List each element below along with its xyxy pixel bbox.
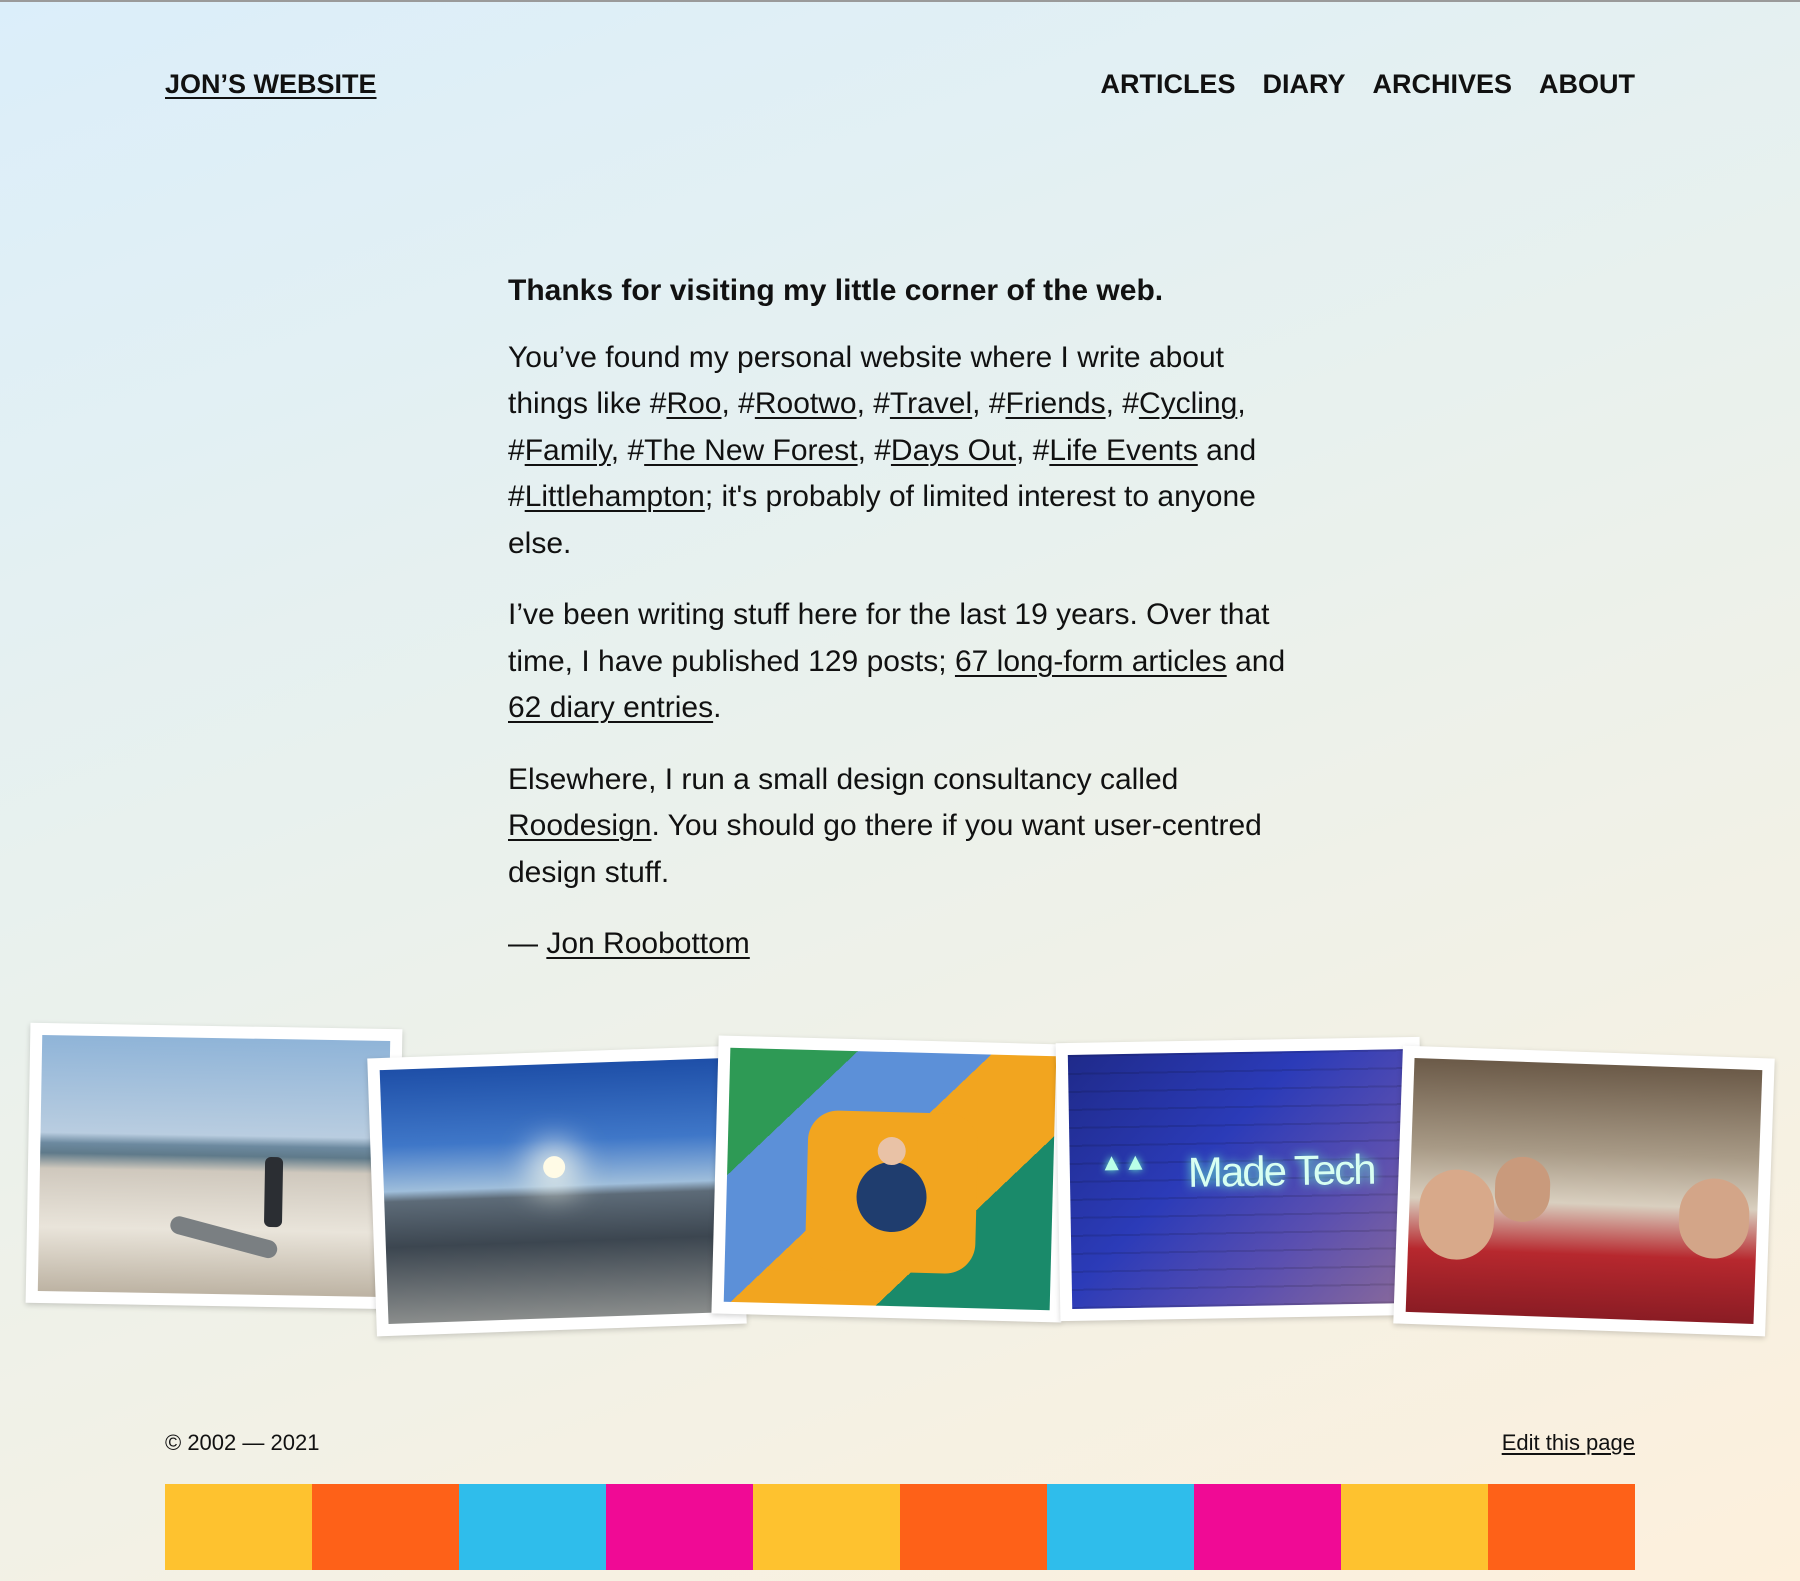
tag-link-new-forest[interactable]: The New Forest — [644, 434, 857, 467]
tag-link-littlehampton[interactable]: Littlehampton — [525, 480, 705, 513]
intro-paragraph-topics: You’ve found my personal website where I… — [508, 340, 1257, 560]
photo-soft-play[interactable] — [711, 1035, 1069, 1323]
tag-link-days-out[interactable]: Days Out — [891, 434, 1016, 467]
stripe-segment — [165, 1484, 312, 1570]
author-link[interactable]: Jon Roobottom — [546, 927, 749, 960]
diary-count-link[interactable]: 62 diary entries — [508, 691, 713, 724]
tag-link-friends[interactable]: Friends — [1006, 387, 1106, 420]
photo-strip: ▲▲ Made Tech — [0, 1020, 1800, 1350]
nav-diary[interactable]: DIARY — [1262, 69, 1345, 100]
nav-archives[interactable]: ARCHIVES — [1372, 69, 1512, 100]
tag-link-life-events[interactable]: Life Events — [1049, 434, 1197, 467]
stripe-segment — [1194, 1484, 1341, 1570]
sunset-sea-photo-image — [379, 1058, 735, 1324]
stripe-segment — [1341, 1484, 1488, 1570]
intro-content: Thanks for visiting my little corner of … — [508, 268, 1308, 993]
color-stripe — [165, 1484, 1635, 1570]
signature: — Jon Roobottom — [508, 927, 750, 960]
site-title-link[interactable]: JON’S WEBSITE — [165, 69, 377, 100]
top-border — [0, 0, 1800, 2]
neon-sign-text: Made Tech — [1187, 1145, 1375, 1196]
neon-sign-photo-image: ▲▲ Made Tech — [1067, 1049, 1413, 1309]
stripe-segment — [1047, 1484, 1194, 1570]
made-tech-logo-icon: ▲▲ — [1099, 1148, 1148, 1177]
stripe-segment — [312, 1484, 459, 1570]
stripe-segment — [900, 1484, 1047, 1570]
tag-link-rootwo[interactable]: Rootwo — [755, 387, 857, 420]
tag-link-travel[interactable]: Travel — [890, 387, 972, 420]
friends-dinner-photo-image — [1405, 1058, 1763, 1324]
photo-sunset-sea[interactable] — [367, 1045, 747, 1337]
nav-about[interactable]: ABOUT — [1539, 69, 1635, 100]
intro-lead: Thanks for visiting my little corner of … — [508, 274, 1164, 307]
beach-photo-image — [37, 1034, 391, 1298]
photo-beach[interactable] — [25, 1022, 403, 1310]
intro-paragraph-stats: I’ve been writing stuff here for the las… — [508, 598, 1286, 724]
tag-link-family[interactable]: Family — [525, 434, 611, 467]
edit-page-link[interactable]: Edit this page — [1502, 1430, 1635, 1456]
stripe-segment — [1488, 1484, 1635, 1570]
stripe-segment — [459, 1484, 606, 1570]
photo-neon-sign[interactable]: ▲▲ Made Tech — [1055, 1036, 1425, 1322]
nav-articles[interactable]: ARTICLES — [1100, 69, 1235, 100]
footer-copyright: © 2002 — 2021 — [165, 1430, 320, 1455]
tag-link-roo[interactable]: Roo — [666, 387, 721, 420]
tag-link-cycling[interactable]: Cycling — [1139, 387, 1237, 420]
articles-count-link[interactable]: 67 long-form articles — [955, 645, 1227, 678]
soft-play-photo-image — [723, 1047, 1057, 1311]
main-nav: ARTICLES DIARY ARCHIVES ABOUT — [1100, 69, 1635, 100]
stripe-segment — [753, 1484, 900, 1570]
stripe-segment — [606, 1484, 753, 1570]
roodesign-link[interactable]: Roodesign — [508, 809, 651, 842]
intro-paragraph-consultancy: Elsewhere, I run a small design consulta… — [508, 762, 1262, 889]
photo-friends-dinner[interactable] — [1393, 1045, 1775, 1337]
